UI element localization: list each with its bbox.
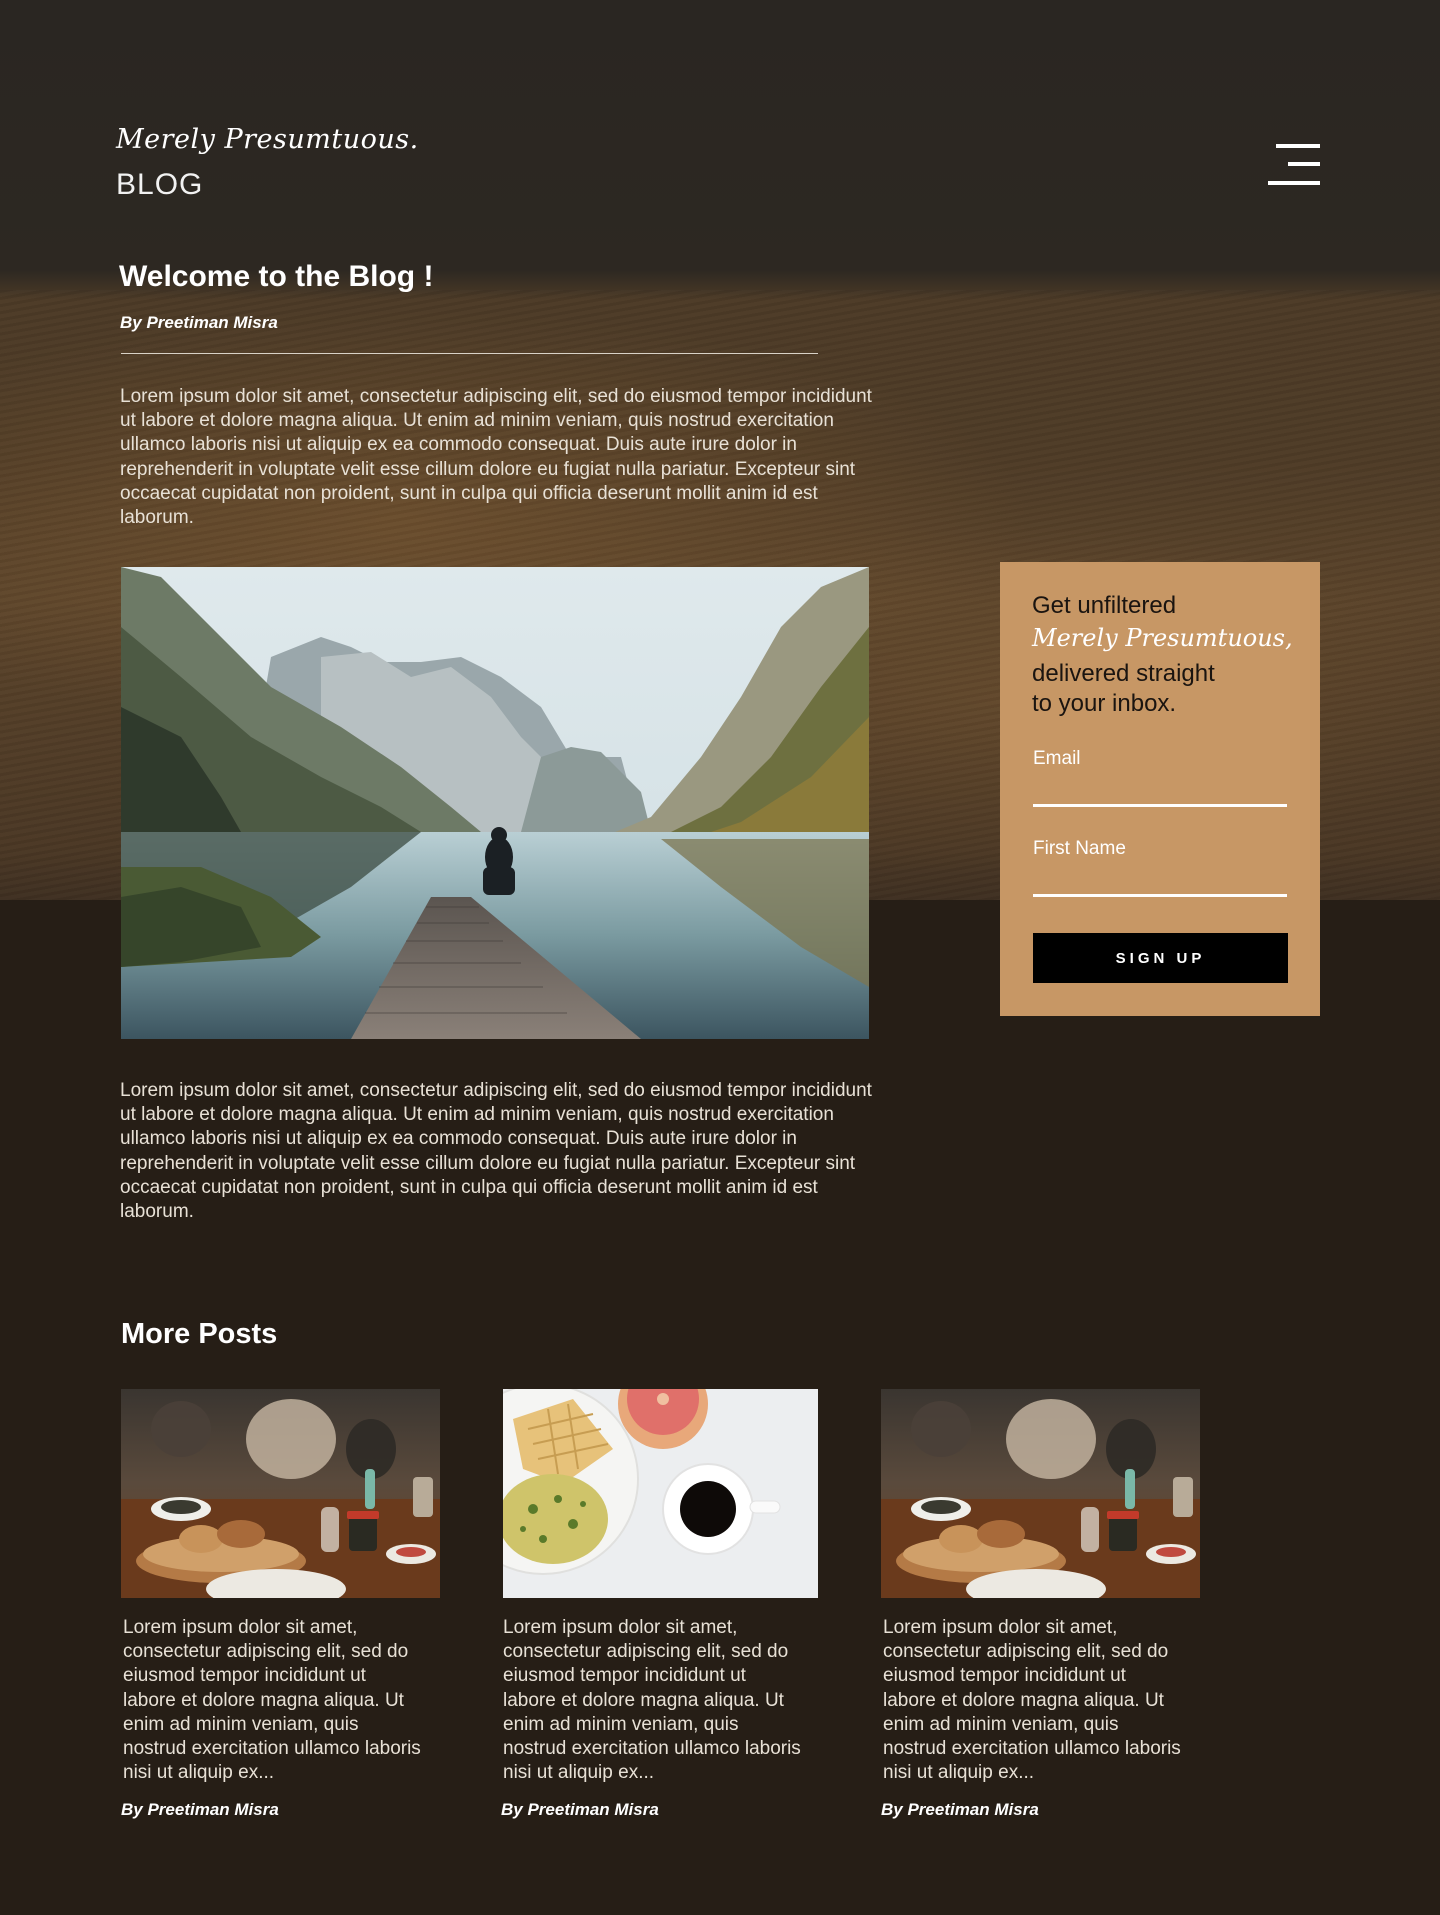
signup-heading-line: delivered straight (1032, 660, 1215, 687)
menu-line (1288, 162, 1320, 166)
post-card-excerpt: Lorem ipsum dolor sit amet, consectetur … (883, 1617, 1181, 1784)
post-card-excerpt: Lorem ipsum dolor sit amet, consectetur … (503, 1617, 801, 1784)
site-logo-script[interactable]: Merely Presumtuous. (116, 124, 419, 155)
sign-up-button[interactable]: SIGN UP (1033, 933, 1288, 983)
post-card-author[interactable]: By Preetiman Misra (501, 1800, 659, 1820)
post-card-image[interactable] (121, 1389, 440, 1598)
post-card-author[interactable]: By Preetiman Misra (881, 1800, 1039, 1820)
site-logo-blog[interactable]: BLOG (116, 168, 203, 202)
more-posts-heading: More Posts (121, 1318, 278, 1350)
post-card-image[interactable] (503, 1389, 818, 1598)
post-card-excerpt: Lorem ipsum dolor sit amet, consectetur … (123, 1617, 421, 1784)
title-divider (121, 353, 818, 354)
post-author[interactable]: By Preetiman Misra (120, 313, 278, 333)
post-card-author[interactable]: By Preetiman Misra (121, 1800, 279, 1820)
hamburger-menu-icon[interactable] (1268, 144, 1320, 188)
email-field[interactable]: Email (1033, 748, 1081, 770)
post-card-image[interactable] (881, 1389, 1200, 1598)
first-name-field[interactable]: First Name (1033, 838, 1126, 860)
signup-heading-script: Merely Presumtuous, (1032, 624, 1293, 652)
signup-heading-line: to your inbox. (1032, 690, 1177, 717)
signup-heading-line: Get unfiltered (1032, 592, 1177, 619)
email-field-underline (1033, 804, 1287, 807)
menu-line (1276, 144, 1320, 148)
newsletter-signup-panel: Get unfiltered Merely Presumtuous, deliv… (1000, 562, 1320, 1016)
post-paragraph: Lorem ipsum dolor sit amet, consectetur … (120, 1080, 872, 1223)
post-hero-image (121, 567, 869, 1039)
post-paragraph: Lorem ipsum dolor sit amet, consectetur … (120, 386, 872, 529)
menu-line (1268, 181, 1320, 185)
post-title: Welcome to the Blog ! (119, 260, 434, 293)
first-name-field-underline (1033, 894, 1287, 897)
